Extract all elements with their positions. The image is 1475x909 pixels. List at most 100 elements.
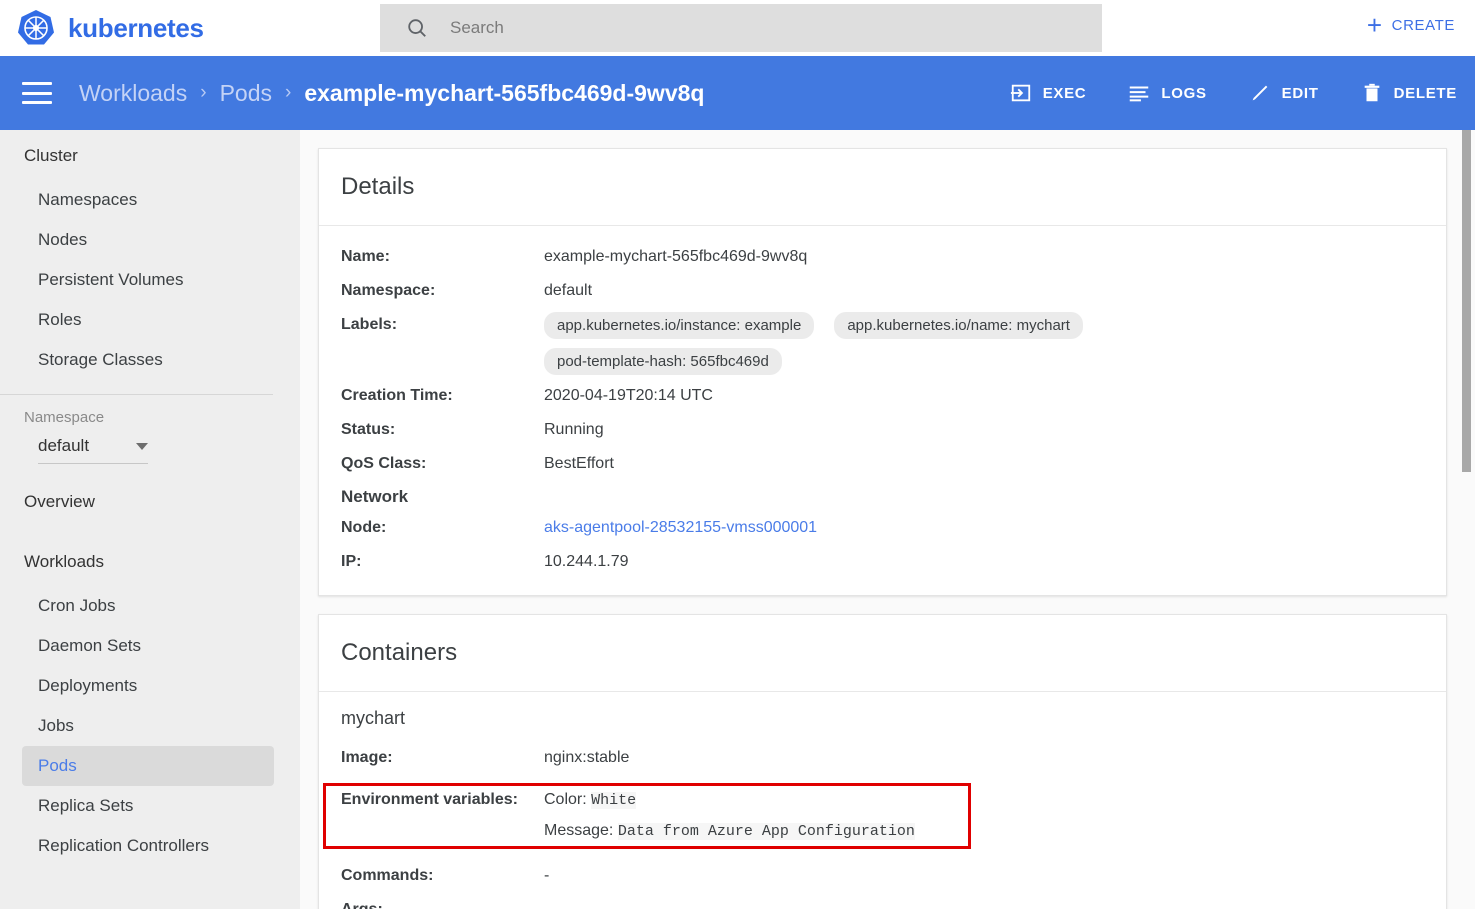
containers-card: Containers mychart Image: nginx:stable E… <box>318 614 1447 909</box>
create-button-label: CREATE <box>1391 16 1455 34</box>
page-scrollbar-track[interactable] <box>1460 130 1475 909</box>
details-namespace-value: default <box>544 282 593 299</box>
container-image-value: nginx:stable <box>544 749 630 766</box>
details-row-status: Status: Running <box>319 413 1446 447</box>
delete-button[interactable]: DELETE <box>1361 82 1457 104</box>
edit-pencil-icon <box>1252 85 1267 101</box>
main-content: Details Name: example-mychart-565fbc469d… <box>300 130 1475 909</box>
label-chip: pod-template-hash: 565fbc469d <box>544 348 782 375</box>
container-name: mychart <box>341 708 406 728</box>
plus-icon: + <box>1366 10 1383 40</box>
exec-button[interactable]: EXEC <box>1010 82 1087 104</box>
breadcrumb: Workloads › Pods › example-mychart-565fb… <box>79 80 704 107</box>
brand-name: kubernetes <box>68 12 204 43</box>
env-var-line: Message: Data from Azure App Configurati… <box>544 818 915 845</box>
details-status-key: Status: <box>341 421 396 438</box>
delete-button-label: DELETE <box>1393 84 1457 102</box>
details-node-key: Node: <box>341 519 387 536</box>
container-row-image: Image: nginx:stable <box>319 741 1446 775</box>
sidebar-item-overview[interactable]: Overview <box>0 464 300 526</box>
details-row-qos: QoS Class: BestEffort <box>319 447 1446 481</box>
details-node-link[interactable]: aks-agentpool-28532155-vmss000001 <box>544 519 817 536</box>
details-row-labels: Labels: app.kubernetes.io/instance: exam… <box>319 308 1446 379</box>
details-row-namespace: Namespace: default <box>319 274 1446 308</box>
details-card: Details Name: example-mychart-565fbc469d… <box>318 148 1447 596</box>
details-row-name: Name: example-mychart-565fbc469d-9wv8q <box>319 240 1446 274</box>
search-input[interactable] <box>450 12 1050 44</box>
containers-card-body: mychart Image: nginx:stable Environment … <box>319 692 1446 909</box>
env-var-name: Color: <box>544 791 587 808</box>
container-env-key: Environment variables: <box>341 791 518 808</box>
logs-lines-icon <box>1130 86 1149 102</box>
namespace-selector-value: default <box>38 436 90 455</box>
logs-button-label: LOGS <box>1161 84 1207 102</box>
brand-logo-area[interactable]: kubernetes <box>14 6 204 50</box>
edit-button[interactable]: EDIT <box>1249 82 1319 104</box>
details-qos-value: BestEffort <box>544 455 614 472</box>
containers-card-title: Containers <box>319 615 1446 692</box>
env-var-line: Color: White <box>544 787 915 814</box>
label-chip: app.kubernetes.io/name: mychart <box>834 312 1083 339</box>
container-row-env-vars: Environment variables: Color: White Mess… <box>319 783 1446 849</box>
container-row-args: Args: - <box>319 893 1446 909</box>
exec-button-label: EXEC <box>1042 84 1087 102</box>
container-args-value: - <box>544 897 549 909</box>
details-creation-time-key: Creation Time: <box>341 387 453 404</box>
sidebar-item-cron-jobs[interactable]: Cron Jobs <box>22 586 274 626</box>
namespace-selector[interactable]: default <box>38 436 148 464</box>
sidebar: Cluster Namespaces Nodes Persistent Volu… <box>0 130 300 909</box>
details-status-value: Running <box>544 421 604 438</box>
create-button[interactable]: + CREATE <box>1367 12 1455 38</box>
breadcrumb-item-pods[interactable]: Pods <box>220 80 272 107</box>
container-row-commands: Commands: - <box>319 859 1446 893</box>
sidebar-header-cluster: Cluster <box>24 146 78 165</box>
sidebar-item-storage-classes[interactable]: Storage Classes <box>22 340 274 380</box>
details-row-node: Node: aks-agentpool-28532155-vmss000001 <box>319 511 1446 545</box>
label-chip: app.kubernetes.io/instance: example <box>544 312 815 339</box>
breadcrumb-item-workloads[interactable]: Workloads <box>79 80 187 107</box>
sidebar-item-pods[interactable]: Pods <box>22 746 274 786</box>
sidebar-header-workloads: Workloads <box>24 552 104 571</box>
details-row-ip: IP: 10.244.1.79 <box>319 545 1446 579</box>
sidebar-item-deployments[interactable]: Deployments <box>22 666 274 706</box>
logs-button[interactable]: LOGS <box>1128 82 1206 104</box>
sidebar-item-jobs[interactable]: Jobs <box>22 706 274 746</box>
search-bar[interactable] <box>380 4 1102 52</box>
search-icon <box>408 19 426 37</box>
sidebar-item-replica-sets[interactable]: Replica Sets <box>22 786 274 826</box>
details-name-key: Name: <box>341 248 390 265</box>
env-var-name: Message: <box>544 822 614 839</box>
details-network-header: Network <box>341 487 409 506</box>
details-ip-value: 10.244.1.79 <box>544 553 629 570</box>
sidebar-item-replication-controllers[interactable]: Replication Controllers <box>22 826 274 866</box>
sidebar-item-nodes[interactable]: Nodes <box>22 220 274 260</box>
breadcrumb-separator-icon: › <box>285 82 292 103</box>
sidebar-item-roles[interactable]: Roles <box>22 300 274 340</box>
breadcrumb-bar: Workloads › Pods › example-mychart-565fb… <box>0 56 1475 130</box>
sidebar-item-daemon-sets[interactable]: Daemon Sets <box>22 626 274 666</box>
sidebar-item-namespaces[interactable]: Namespaces <box>22 180 274 220</box>
page-scrollbar-thumb[interactable] <box>1462 130 1471 472</box>
namespace-selector-label: Namespace <box>24 409 105 426</box>
container-commands-value: - <box>544 867 550 884</box>
env-var-value: White <box>591 792 637 809</box>
details-ip-key: IP: <box>341 553 362 570</box>
details-creation-time-value: 2020-04-19T20:14 UTC <box>544 387 713 404</box>
details-card-title: Details <box>319 149 1446 226</box>
top-bar: kubernetes + CREATE <box>0 0 1475 56</box>
container-env-values: Color: White Message: Data from Azure Ap… <box>544 787 915 845</box>
exec-terminal-icon <box>1010 84 1030 102</box>
details-namespace-key: Namespace: <box>341 282 436 299</box>
breadcrumb-item-current-pod: example-mychart-565fbc469d-9wv8q <box>304 79 705 106</box>
kubernetes-helm-wheel-logo <box>18 10 54 45</box>
container-commands-key: Commands: <box>341 867 434 884</box>
chevron-down-icon <box>136 442 148 450</box>
sidebar-item-persistent-volumes[interactable]: Persistent Volumes <box>22 260 274 300</box>
details-name-value: example-mychart-565fbc469d-9wv8q <box>544 248 808 265</box>
container-image-key: Image: <box>341 749 393 766</box>
breadcrumb-actions: EXEC LOGS EDIT DELETE <box>968 82 1457 104</box>
details-labels-key: Labels: <box>341 316 398 333</box>
hamburger-menu-icon[interactable] <box>22 82 52 104</box>
edit-button-label: EDIT <box>1281 84 1319 102</box>
details-row-creation-time: Creation Time: 2020-04-19T20:14 UTC <box>319 379 1446 413</box>
